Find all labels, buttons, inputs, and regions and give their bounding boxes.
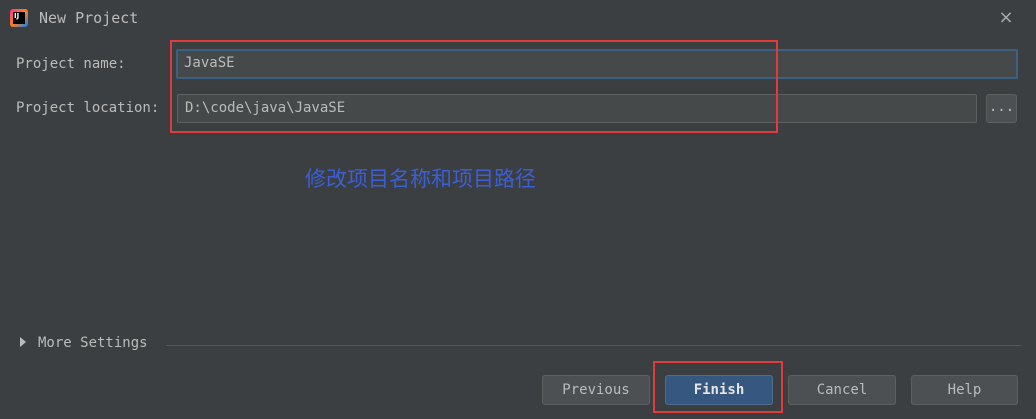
annotation-text: 修改项目名称和项目路径 (305, 167, 536, 191)
cancel-button[interactable]: Cancel (788, 375, 896, 405)
window-title: New Project (39, 9, 139, 27)
highlight-box-fields (170, 40, 778, 133)
highlight-box-finish (653, 361, 783, 413)
more-settings-divider (166, 345, 1021, 346)
help-button[interactable]: Help (911, 375, 1018, 405)
previous-button[interactable]: Previous (542, 375, 650, 405)
project-location-label: Project location: (16, 100, 160, 116)
intellij-logo-icon: IJ (10, 9, 28, 27)
more-settings-label: More Settings (38, 335, 148, 351)
expand-arrow-icon (20, 337, 26, 347)
project-name-label: Project name: (16, 56, 126, 72)
browse-button[interactable]: ... (986, 94, 1017, 123)
close-icon[interactable]: × (996, 8, 1016, 28)
app-icon-text: IJ (13, 12, 25, 24)
more-settings-toggle[interactable]: More Settings (20, 335, 148, 351)
title-bar: IJ New Project × (0, 0, 1036, 36)
